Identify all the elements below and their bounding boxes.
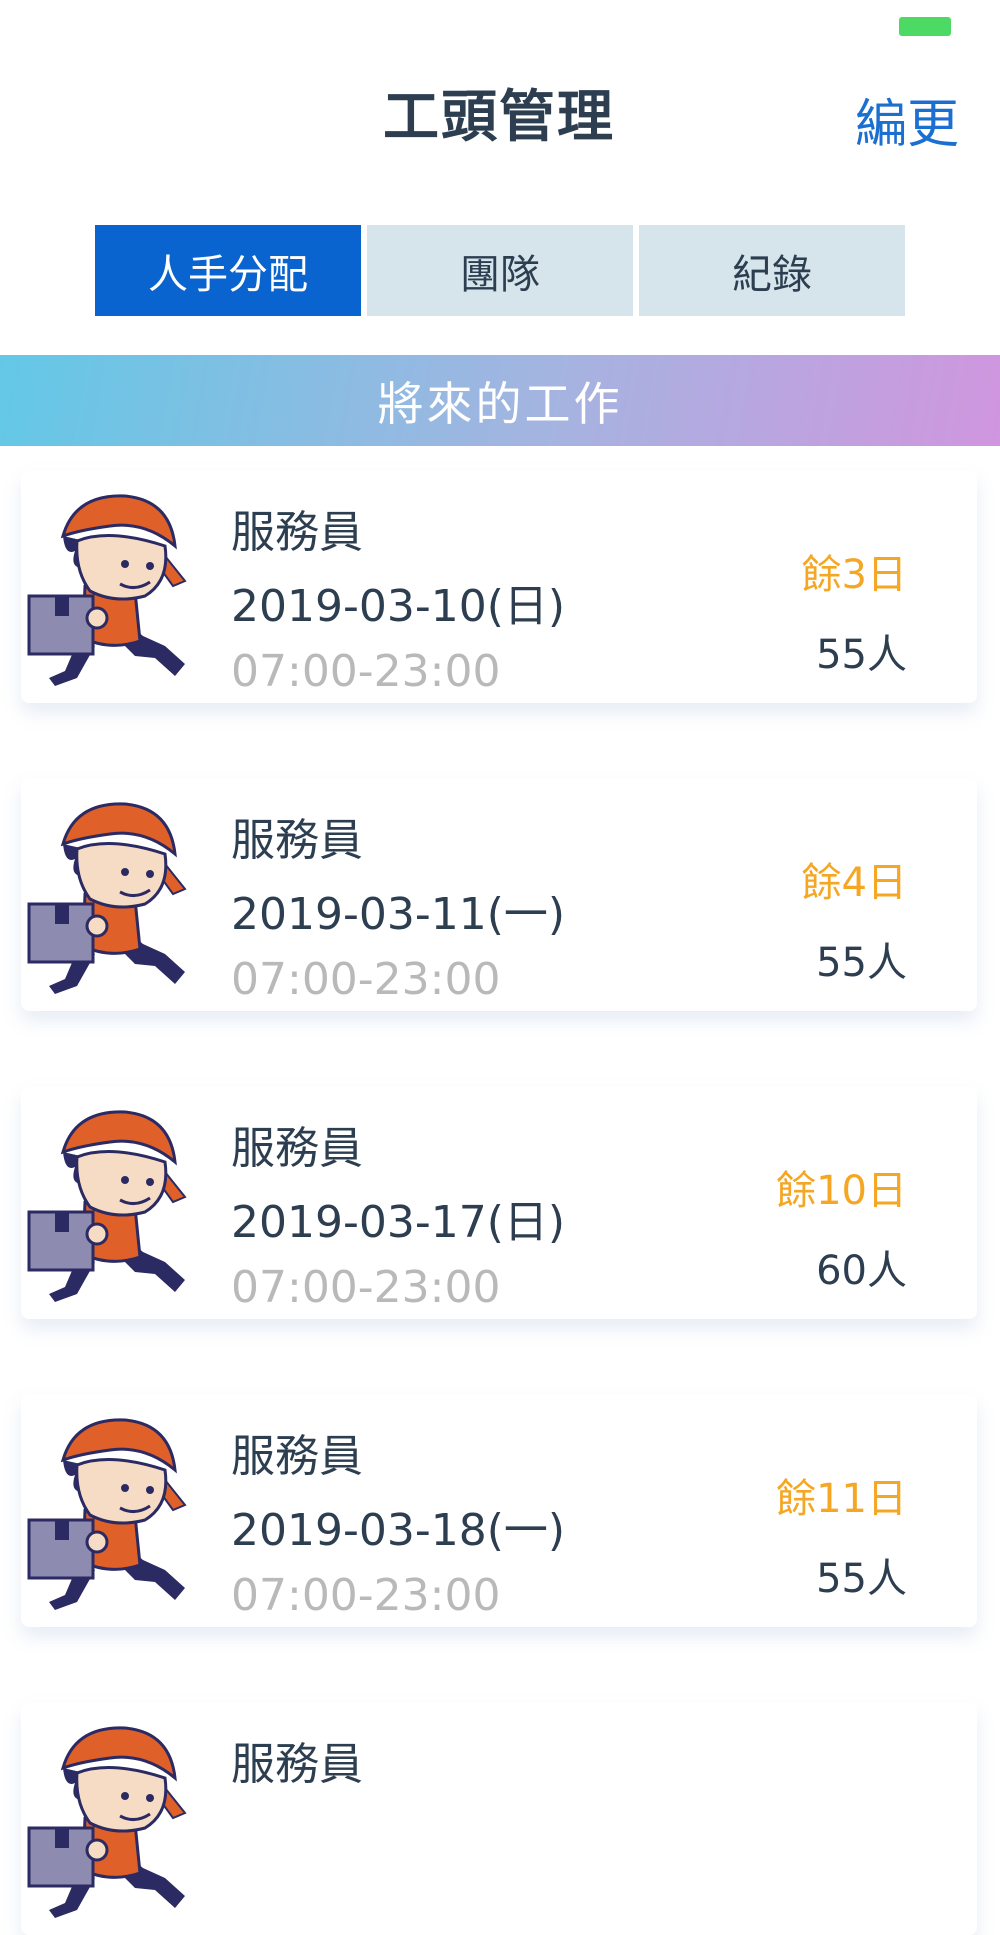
job-time: 07:00-23:00 [231,1570,501,1621]
job-card[interactable]: 服務員 2019-03-10(日) 07:00-23:00 餘3日 55人 [21,470,977,703]
job-title: 服務員 [231,507,363,558]
job-meta: 餘11日 55人 [776,1466,907,1604]
headcount: 55人 [816,632,907,678]
battery-icon [899,17,951,36]
headcount: 55人 [816,940,907,986]
job-date: 2019-03-18(一) [231,1505,566,1556]
job-title: 服務員 [231,1123,363,1174]
job-time: 07:00-23:00 [231,954,501,1005]
section-title: 將來的工作 [377,376,623,431]
job-meta: 餘4日 55人 [802,850,907,988]
delivery-worker-mascot-icon [25,1718,189,1918]
days-remaining: 餘4日 [801,860,907,906]
job-time: 07:00-23:00 [231,646,501,697]
page-title: 工頭管理 [383,85,615,150]
section-banner: 將來的工作 [0,355,1000,446]
job-title: 服務員 [231,1739,363,1790]
job-card[interactable]: 服務員 2019-03-18(一) 07:00-23:00 餘11日 55人 [21,1394,977,1627]
job-meta: 餘10日 60人 [776,1158,907,1296]
job-meta: 餘3日 55人 [802,542,907,680]
job-date: 2019-03-17(日) [231,1197,566,1248]
tab-bar: 人手分配 團隊 紀錄 [95,225,905,316]
headcount: 55人 [816,1556,907,1602]
headcount: 60人 [816,1248,907,1294]
delivery-worker-mascot-icon [25,794,189,994]
job-title: 服務員 [231,815,363,866]
job-time: 07:00-23:00 [231,1262,501,1313]
delivery-worker-mascot-icon [25,486,189,686]
days-remaining: 餘11日 [776,1476,907,1522]
job-title: 服務員 [231,1431,363,1482]
edit-schedule-button[interactable]: 編更 [855,82,959,157]
tab-staff-allocation[interactable]: 人手分配 [95,225,361,316]
job-card[interactable]: 服務員 2019-03-11(一) 07:00-23:00 餘4日 55人 [21,778,977,1011]
delivery-worker-mascot-icon [25,1102,189,1302]
job-date: 2019-03-10(日) [231,581,566,632]
days-remaining: 餘10日 [776,1168,907,1214]
job-date: 2019-03-11(一) [231,889,566,940]
delivery-worker-mascot-icon [25,1410,189,1610]
tab-team[interactable]: 團隊 [367,225,633,316]
job-card[interactable]: 服務員 [21,1702,977,1935]
job-card[interactable]: 服務員 2019-03-17(日) 07:00-23:00 餘10日 60人 [21,1086,977,1319]
days-remaining: 餘3日 [801,552,907,598]
tab-records[interactable]: 紀錄 [639,225,905,316]
